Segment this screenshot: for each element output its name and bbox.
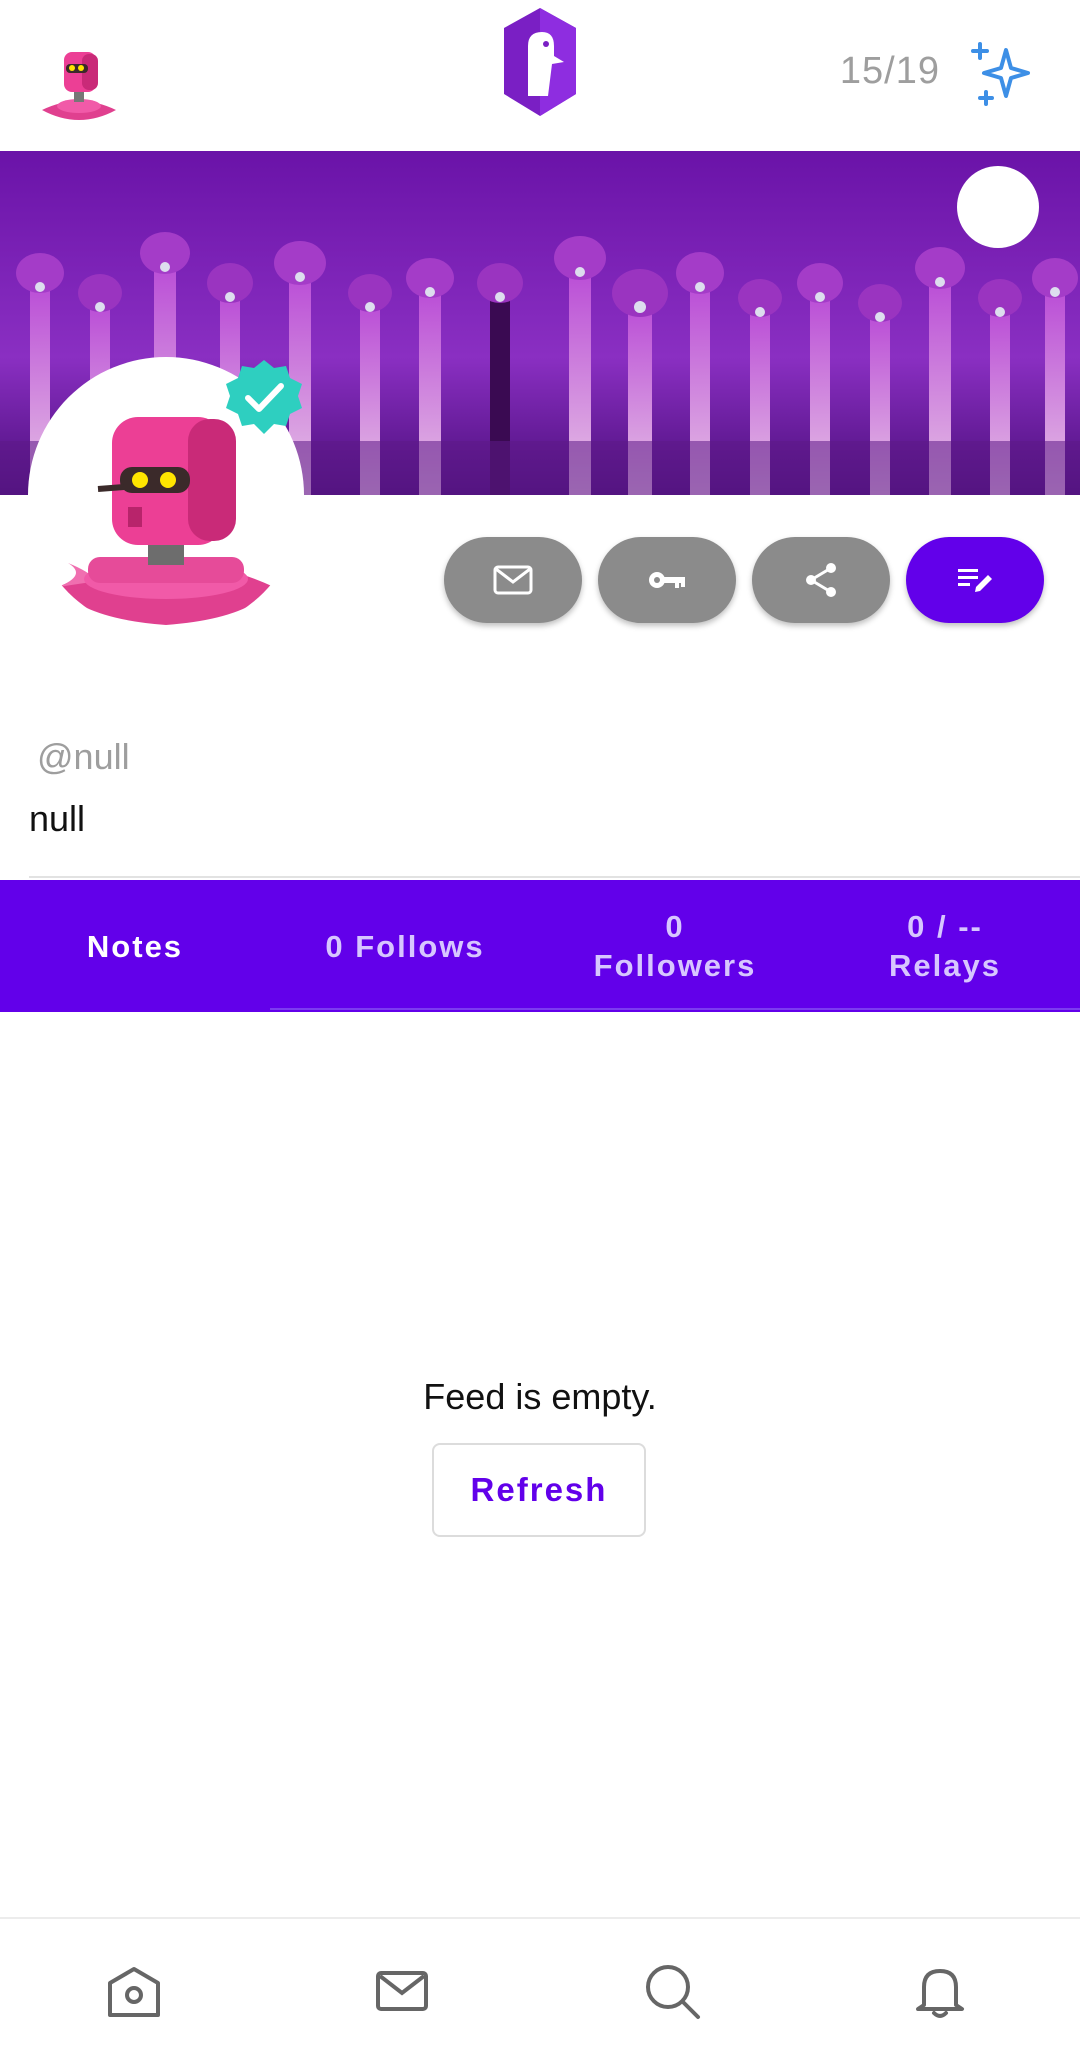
tab-indicator-line <box>270 1008 1080 1010</box>
home-icon[interactable] <box>102 1959 166 2023</box>
divider <box>29 876 1080 878</box>
profile-display-name: null <box>29 798 86 839</box>
account-avatar-button[interactable] <box>38 44 120 126</box>
app-logo-icon <box>500 6 580 118</box>
share-icon <box>806 563 836 597</box>
top-app-bar: 15/19 <box>0 0 1080 151</box>
bottom-navigation <box>0 1917 1080 2067</box>
share-button[interactable] <box>752 537 890 623</box>
verified-badge-icon <box>224 358 304 438</box>
tab-followers[interactable]: 0 Followers <box>540 880 810 1012</box>
key-button[interactable] <box>598 537 736 623</box>
mail-icon <box>493 565 533 595</box>
robot-avatar-icon <box>42 52 116 120</box>
tab-notes[interactable]: Notes <box>0 880 270 1012</box>
key-icon <box>649 572 685 588</box>
banner-menu-button[interactable] <box>957 166 1039 248</box>
message-button[interactable] <box>444 537 582 623</box>
notifications-icon[interactable] <box>908 1959 972 2023</box>
messages-icon[interactable] <box>370 1959 434 2023</box>
counter-label: 15/19 <box>839 50 940 92</box>
edit-note-icon <box>958 569 992 592</box>
refresh-button[interactable]: Refresh <box>432 1443 646 1537</box>
profile-tabs: Notes 0 Follows 0 Followers 0 / -- Relay… <box>0 880 1080 1012</box>
feed-empty-message: Feed is empty. <box>423 1376 657 1417</box>
profile-handle: @null <box>37 736 130 777</box>
edit-profile-button[interactable] <box>906 537 1044 623</box>
sparkle-icon[interactable] <box>968 40 1038 110</box>
tab-follows[interactable]: 0 Follows <box>270 880 540 1012</box>
tab-relays[interactable]: 0 / -- Relays <box>810 880 1080 1012</box>
search-icon[interactable] <box>640 1959 704 2023</box>
